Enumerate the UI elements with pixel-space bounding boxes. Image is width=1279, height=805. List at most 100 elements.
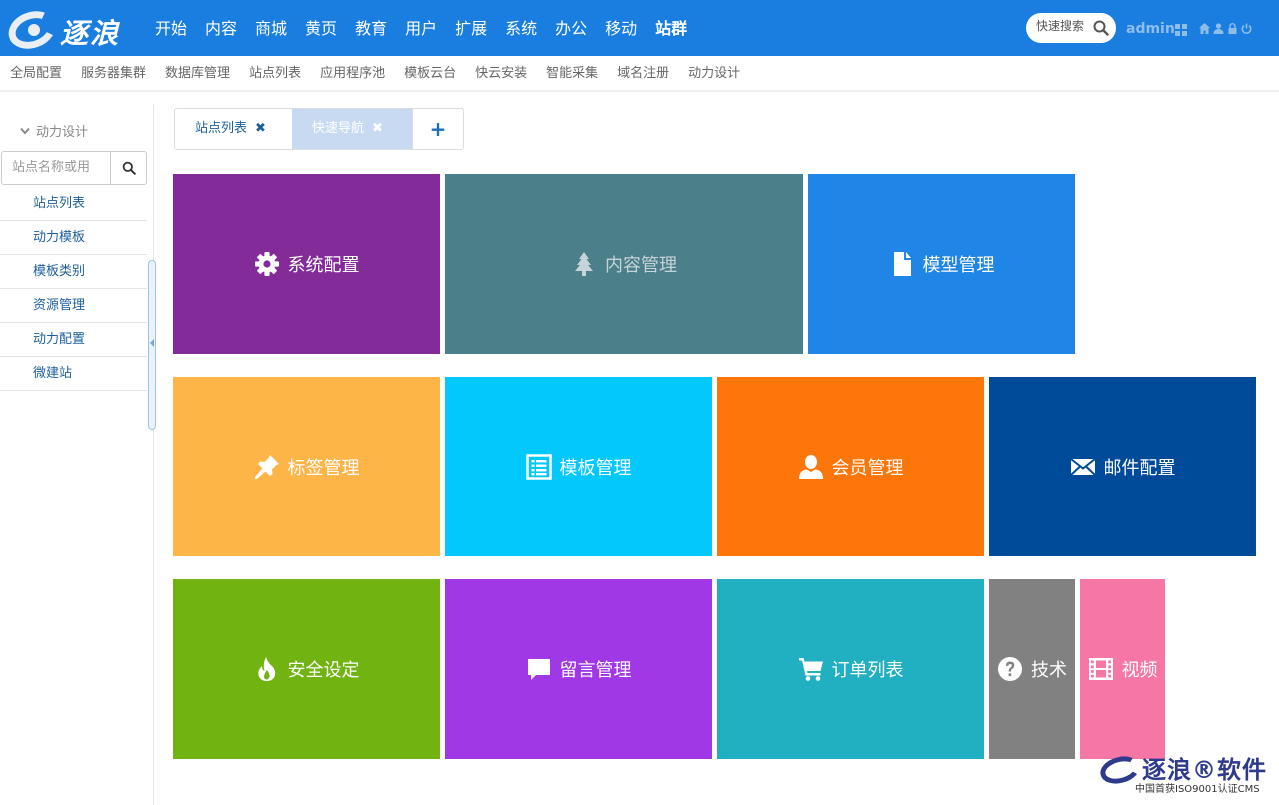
brand-logo[interactable]: 逐浪 xyxy=(3,4,136,56)
home-icon[interactable] xyxy=(1199,23,1210,34)
nav-item-system[interactable]: 系统 xyxy=(496,0,546,56)
tile-template-manage[interactable]: 模板管理 xyxy=(445,377,712,556)
sidebar-item-resource-manage[interactable]: 资源管理 xyxy=(0,289,147,323)
tab-label: 快速导航 xyxy=(312,121,365,136)
subnav-server-cluster[interactable]: 服务器集群 xyxy=(72,56,156,92)
subnav-quick-install[interactable]: 快云安装 xyxy=(466,56,537,92)
watermark-logo: 逐浪®软件 中国首获ISO9001认证CMS xyxy=(1097,749,1279,805)
nav-item-shop[interactable]: 商城 xyxy=(246,0,296,56)
tile-message-manage[interactable]: 留言管理 xyxy=(445,579,712,759)
power-icon[interactable] xyxy=(1241,23,1252,34)
nav-item-yellowpages[interactable]: 黄页 xyxy=(296,0,346,56)
envelope-icon xyxy=(1069,457,1096,476)
list-icon xyxy=(525,453,552,480)
nav-item-mobile[interactable]: 移动 xyxy=(596,0,646,56)
nav-item-start[interactable]: 开始 xyxy=(146,0,196,56)
comment-icon xyxy=(527,659,550,680)
tab-label: 站点列表 xyxy=(195,121,248,136)
file-icon xyxy=(893,252,911,276)
fire-icon xyxy=(257,657,275,681)
logo-text: 逐浪 xyxy=(60,17,121,50)
subnav-app-pool[interactable]: 应用程序池 xyxy=(311,56,395,92)
tile-member-manage[interactable]: 会员管理 xyxy=(717,377,984,556)
tile-video[interactable]: 视频 xyxy=(1080,579,1165,759)
chevron-down-icon xyxy=(20,127,30,135)
user-icon[interactable] xyxy=(1213,23,1224,34)
subnav-smart-collect[interactable]: 智能采集 xyxy=(537,56,608,92)
nav-item-education[interactable]: 教育 xyxy=(346,0,396,56)
nav-item-users[interactable]: 用户 xyxy=(396,0,446,56)
username[interactable]: admin xyxy=(1126,21,1175,37)
sidebar-item-site-list[interactable]: 站点列表 xyxy=(0,187,147,221)
main-nav: 开始 内容 商城 黄页 教育 用户 扩展 系统 办公 移动 站群 xyxy=(146,0,696,56)
subnav-template-cloud[interactable]: 模板云台 xyxy=(395,56,466,92)
subnav-database[interactable]: 数据库管理 xyxy=(156,56,240,92)
sidebar-search xyxy=(1,151,147,185)
sidebar-item-micro-site[interactable]: 微建站 xyxy=(0,357,147,391)
sidebar-item-power-config[interactable]: 动力配置 xyxy=(0,323,147,357)
user-icon xyxy=(798,454,823,479)
sub-nav: 全局配置 服务器集群 数据库管理 站点列表 应用程序池 模板云台 快云安装 智能… xyxy=(0,56,1279,92)
watermark-subtitle: 中国首获ISO9001认证CMS xyxy=(1135,784,1260,795)
quick-search xyxy=(1026,13,1116,43)
tree-icon xyxy=(575,252,593,276)
sidebar-collapse-handle[interactable] xyxy=(148,260,156,430)
tile-label: 留言管理 xyxy=(559,660,632,681)
search-icon[interactable] xyxy=(1092,19,1110,37)
nav-item-extensions[interactable]: 扩展 xyxy=(446,0,496,56)
nav-item-office[interactable]: 办公 xyxy=(546,0,596,56)
tile-label: 内容管理 xyxy=(605,255,677,276)
search-icon xyxy=(122,161,136,175)
tile-tag-manage[interactable]: 标签管理 xyxy=(173,377,440,556)
tile-label: 系统配置 xyxy=(287,255,360,276)
close-icon[interactable]: ✖ xyxy=(255,109,266,149)
sidebar-title-label: 动力设计 xyxy=(36,125,89,140)
cart-icon xyxy=(798,658,823,681)
tab-bar: 站点列表 ✖ 快速导航 ✖ + xyxy=(174,108,464,150)
close-icon[interactable]: ✖ xyxy=(372,109,383,149)
nav-item-site-group[interactable]: 站群 xyxy=(646,0,696,56)
tile-label: 模型管理 xyxy=(922,255,995,276)
tile-model-manage[interactable]: 模型管理 xyxy=(808,174,1075,354)
quick-search-input[interactable] xyxy=(1036,19,1096,33)
tile-label: 安全设定 xyxy=(287,660,360,681)
tile-system-config[interactable]: 系统配置 xyxy=(173,174,440,354)
nav-item-content[interactable]: 内容 xyxy=(196,0,246,56)
add-tab-button[interactable]: + xyxy=(412,109,463,149)
header-actions xyxy=(1199,23,1252,34)
question-icon xyxy=(998,657,1022,681)
sidebar-search-button[interactable] xyxy=(110,152,147,184)
sidebar: 动力设计 站点列表 动力模板 模板类别 资源管理 动力配置 微建站 xyxy=(0,105,156,805)
tile-mail-config[interactable]: 邮件配置 xyxy=(989,377,1256,556)
tile-order-list[interactable]: 订单列表 xyxy=(717,579,984,759)
tile-label: 订单列表 xyxy=(831,660,904,681)
tab-site-list[interactable]: 站点列表 ✖ xyxy=(175,109,292,149)
subnav-power-design[interactable]: 动力设计 xyxy=(679,56,750,92)
tile-security-settings[interactable]: 安全设定 xyxy=(173,579,440,759)
tile-label: 会员管理 xyxy=(831,457,904,479)
tile-tech[interactable]: 技术 xyxy=(989,579,1075,759)
subnav-global-config[interactable]: 全局配置 xyxy=(0,56,72,92)
sidebar-search-input[interactable] xyxy=(12,160,102,175)
lock-icon[interactable] xyxy=(1227,23,1238,34)
sidebar-item-power-template[interactable]: 动力模板 xyxy=(0,221,147,255)
tile-label: 模板管理 xyxy=(559,457,632,479)
sidebar-title[interactable]: 动力设计 xyxy=(20,121,88,140)
tile-label: 视频 xyxy=(1121,660,1158,681)
gear-icon xyxy=(254,252,279,276)
grid-icon[interactable] xyxy=(1175,24,1187,36)
subnav-domain-register[interactable]: 域名注册 xyxy=(608,56,679,92)
logo-mark-dot xyxy=(28,24,40,36)
top-bar: 逐浪 开始 内容 商城 黄页 教育 用户 扩展 系统 办公 移动 站群 admi… xyxy=(0,0,1279,56)
tile-label: 技术 xyxy=(1031,660,1067,681)
tile-content-manage[interactable]: 内容管理 xyxy=(445,174,803,354)
tile-label: 邮件配置 xyxy=(1103,457,1176,479)
film-icon xyxy=(1088,658,1113,680)
tile-label: 标签管理 xyxy=(287,457,360,479)
sidebar-menu: 站点列表 动力模板 模板类别 资源管理 动力配置 微建站 xyxy=(0,187,147,391)
subnav-site-list[interactable]: 站点列表 xyxy=(240,56,311,92)
pin-icon xyxy=(254,454,279,479)
sidebar-item-template-category[interactable]: 模板类别 xyxy=(0,255,147,289)
chevron-left-icon xyxy=(150,339,154,347)
tab-quick-nav[interactable]: 快速导航 ✖ xyxy=(292,109,412,149)
